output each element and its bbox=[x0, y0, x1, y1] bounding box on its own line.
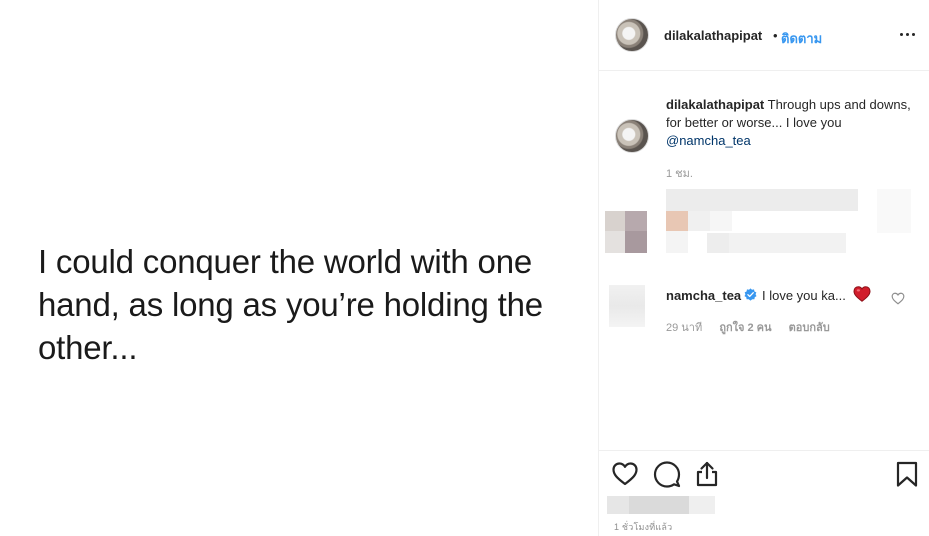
post-timestamp: 1 ชั่วโมงที่แล้ว bbox=[614, 522, 673, 532]
post-header: dilakalathapipat • ติดตาม bbox=[599, 0, 929, 71]
header-separator: • bbox=[773, 28, 778, 43]
comment-likes[interactable]: ถูกใจ 2 คน bbox=[719, 322, 771, 334]
caption-time: 1 ชม. bbox=[666, 168, 693, 180]
follow-button[interactable]: ติดตาม bbox=[781, 28, 822, 49]
caption-username[interactable]: dilakalathapipat bbox=[666, 97, 764, 112]
header-username[interactable]: dilakalathapipat bbox=[664, 28, 762, 43]
more-horizontal-icon[interactable] bbox=[899, 26, 917, 44]
comment-text: I love you ka... bbox=[762, 288, 846, 303]
caption-mention[interactable]: @namcha_tea bbox=[666, 133, 751, 148]
caption-text: dilakalathapipat Through ups and downs, … bbox=[666, 96, 916, 150]
share-icon[interactable] bbox=[693, 460, 721, 488]
comment-like-heart-icon[interactable] bbox=[891, 292, 905, 305]
comment-time: 29 นาที bbox=[666, 322, 703, 334]
comment-meta: 29 นาที ถูกใจ 2 คน ตอบกลับ bbox=[666, 318, 844, 336]
instagram-post-view: I could conquer the world with one hand,… bbox=[0, 0, 929, 536]
red-heart-emoji-icon bbox=[853, 286, 871, 302]
comment-avatar[interactable] bbox=[609, 285, 645, 327]
comment-bubble-icon[interactable] bbox=[653, 460, 681, 488]
post-side-panel: dilakalathapipat • ติดตาม dilakalathapip… bbox=[599, 0, 929, 536]
bookmark-icon[interactable] bbox=[893, 460, 921, 488]
caption-avatar[interactable] bbox=[615, 119, 649, 153]
verified-badge-icon bbox=[744, 288, 757, 301]
heart-outline-icon[interactable] bbox=[611, 460, 639, 488]
pixelated-comment bbox=[599, 185, 929, 265]
comment-username[interactable]: namcha_tea bbox=[666, 288, 741, 303]
avatar[interactable] bbox=[615, 18, 649, 52]
reply-button[interactable]: ตอบกลับ bbox=[789, 322, 830, 334]
post-quote-text: I could conquer the world with one hand,… bbox=[38, 243, 543, 366]
post-image[interactable]: I could conquer the world with one hand,… bbox=[0, 0, 598, 536]
divider bbox=[599, 450, 929, 451]
